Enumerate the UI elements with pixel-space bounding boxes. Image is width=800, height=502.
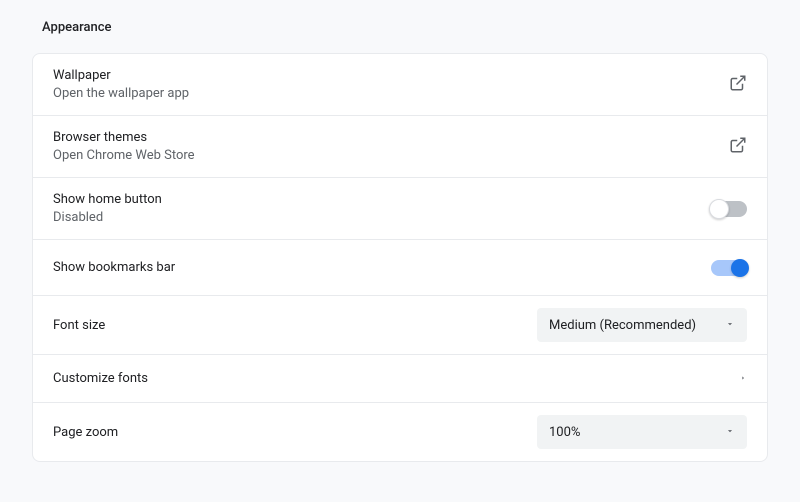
themes-row[interactable]: Browser themes Open Chrome Web Store — [33, 116, 767, 178]
external-link-icon — [729, 74, 747, 96]
font-size-select[interactable]: Medium (Recommended) — [537, 308, 747, 342]
chevron-down-icon — [725, 318, 735, 333]
themes-text: Browser themes Open Chrome Web Store — [53, 130, 195, 163]
wallpaper-text: Wallpaper Open the wallpaper app — [53, 68, 189, 101]
chevron-down-icon — [725, 425, 735, 440]
font-size-title: Font size — [53, 318, 105, 333]
bookmarks-bar-row: Show bookmarks bar — [33, 240, 767, 296]
wallpaper-sub: Open the wallpaper app — [53, 86, 189, 101]
chevron-right-icon — [739, 371, 747, 386]
home-button-sub: Disabled — [53, 210, 162, 225]
page-zoom-title: Page zoom — [53, 425, 118, 440]
home-button-toggle[interactable] — [711, 201, 747, 217]
appearance-card: Wallpaper Open the wallpaper app Browser… — [32, 53, 768, 462]
customize-fonts-title: Customize fonts — [53, 371, 148, 386]
page-zoom-select[interactable]: 100% — [537, 415, 747, 449]
wallpaper-row[interactable]: Wallpaper Open the wallpaper app — [33, 54, 767, 116]
customize-fonts-row[interactable]: Customize fonts — [33, 355, 767, 403]
font-size-value: Medium (Recommended) — [549, 318, 696, 333]
external-link-icon — [729, 136, 747, 158]
home-button-title: Show home button — [53, 192, 162, 207]
home-button-text: Show home button Disabled — [53, 192, 162, 225]
font-size-row: Font size Medium (Recommended) — [33, 296, 767, 355]
section-title: Appearance — [32, 20, 768, 35]
home-button-row: Show home button Disabled — [33, 178, 767, 240]
bookmarks-bar-title: Show bookmarks bar — [53, 260, 175, 275]
bookmarks-bar-text: Show bookmarks bar — [53, 260, 175, 275]
bookmarks-bar-toggle[interactable] — [711, 260, 747, 276]
themes-sub: Open Chrome Web Store — [53, 148, 195, 163]
page-zoom-row: Page zoom 100% — [33, 403, 767, 461]
wallpaper-title: Wallpaper — [53, 68, 189, 83]
themes-title: Browser themes — [53, 130, 195, 145]
page-zoom-value: 100% — [549, 425, 580, 440]
